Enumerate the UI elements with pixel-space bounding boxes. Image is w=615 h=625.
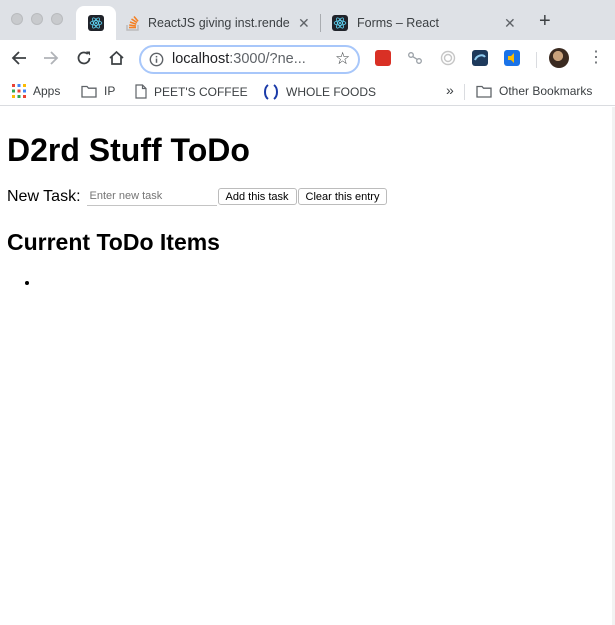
extension-icon-dark[interactable] bbox=[472, 50, 488, 66]
toolbar-divider bbox=[536, 52, 537, 68]
other-bookmarks-label: Other Bookmarks bbox=[499, 84, 593, 98]
stackoverflow-icon bbox=[126, 15, 140, 31]
more-bookmarks-chevron-icon[interactable]: » bbox=[446, 82, 454, 98]
reload-icon bbox=[77, 51, 91, 65]
minimize-window-dot[interactable] bbox=[31, 13, 43, 25]
extension-icon-blue[interactable] bbox=[504, 50, 520, 66]
bookmarks-divider bbox=[464, 84, 465, 100]
address-bar[interactable]: localhost:3000/?ne... ☆ bbox=[139, 45, 360, 74]
new-task-input[interactable] bbox=[86, 187, 217, 206]
tab-strip: ReactJS giving inst.rende ✕ Forms – Reac… bbox=[0, 0, 615, 40]
tab-stackoverflow[interactable]: ReactJS giving inst.rende ✕ bbox=[120, 6, 320, 40]
bookmark-star-icon[interactable]: ☆ bbox=[335, 49, 350, 69]
url-text: localhost:3000/?ne... bbox=[172, 51, 306, 67]
url-host: localhost bbox=[172, 51, 230, 67]
other-bookmarks-folder[interactable]: Other Bookmarks bbox=[476, 84, 592, 98]
zoom-window-dot[interactable] bbox=[51, 13, 63, 25]
tab-divider bbox=[320, 14, 321, 32]
list-item bbox=[40, 274, 230, 294]
react-icon bbox=[88, 15, 104, 31]
wholefoods-icon bbox=[263, 84, 279, 100]
page-icon bbox=[135, 84, 147, 99]
close-window-dot[interactable] bbox=[11, 13, 23, 25]
bookmark-label: IP bbox=[104, 84, 116, 98]
new-task-label: New Task: bbox=[7, 187, 81, 205]
back-arrow-icon bbox=[11, 51, 26, 65]
folder-icon bbox=[476, 85, 492, 98]
bookmark-whole-foods[interactable]: WHOLE FOODS bbox=[263, 84, 376, 100]
tab-active[interactable] bbox=[76, 6, 116, 40]
home-icon bbox=[108, 50, 124, 65]
bookmark-peets-coffee[interactable]: PEET'S COFFEE bbox=[135, 84, 248, 99]
new-tab-button[interactable]: + bbox=[539, 9, 551, 33]
forward-arrow-icon bbox=[44, 51, 59, 65]
home-button[interactable] bbox=[106, 48, 126, 68]
bookmark-label: WHOLE FOODS bbox=[286, 85, 377, 99]
close-tab-icon[interactable]: ✕ bbox=[298, 15, 310, 32]
reload-button[interactable] bbox=[74, 48, 94, 68]
forward-button[interactable] bbox=[41, 48, 61, 68]
extension-icon-network[interactable] bbox=[407, 50, 423, 66]
page-title: D2rd Stuff ToDo bbox=[7, 132, 250, 168]
url-rest: :3000/?ne... bbox=[229, 51, 306, 67]
bookmark-label: Apps bbox=[33, 84, 61, 98]
tab-forms-react[interactable]: Forms – React ✕ bbox=[324, 6, 526, 40]
extension-icon-target[interactable] bbox=[440, 50, 456, 66]
bookmarks-bar: Apps IP PEET'S COFFEE WHOLE FOODS » Othe… bbox=[0, 78, 615, 106]
add-task-button[interactable]: Add this task bbox=[217, 188, 297, 205]
bookmark-label: PEET'S COFFEE bbox=[154, 84, 248, 99]
new-task-form: New Task: Add this task Clear this entry bbox=[7, 187, 388, 206]
tab-label: ReactJS giving inst.rende bbox=[148, 16, 290, 30]
profile-avatar[interactable] bbox=[549, 48, 569, 68]
browser-toolbar: localhost:3000/?ne... ☆ ⋮ bbox=[0, 40, 615, 78]
close-tab-icon[interactable]: ✕ bbox=[504, 15, 516, 32]
back-button[interactable] bbox=[9, 48, 29, 68]
react-icon bbox=[332, 15, 348, 31]
info-icon[interactable] bbox=[149, 52, 164, 72]
page-content: D2rd Stuff ToDo New Task: Add this task … bbox=[0, 107, 615, 625]
todo-list bbox=[30, 274, 230, 294]
clear-entry-button[interactable]: Clear this entry bbox=[297, 188, 388, 205]
bookmark-apps[interactable]: Apps bbox=[12, 84, 60, 98]
tab-label: Forms – React bbox=[357, 16, 439, 30]
browser-menu-icon[interactable]: ⋮ bbox=[588, 48, 604, 68]
folder-icon bbox=[81, 85, 97, 98]
extension-icon-red[interactable] bbox=[375, 50, 391, 66]
bookmark-ip[interactable]: IP bbox=[81, 84, 115, 98]
todo-list-heading: Current ToDo Items bbox=[7, 229, 220, 255]
apps-grid-icon bbox=[12, 84, 26, 98]
